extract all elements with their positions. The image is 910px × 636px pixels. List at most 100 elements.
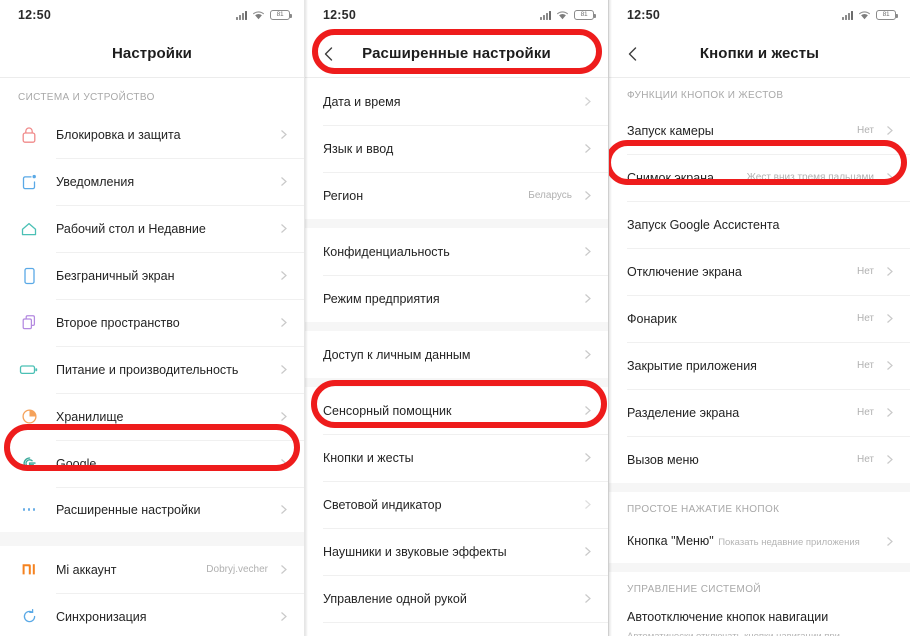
status-time: 12:50: [18, 8, 51, 22]
chevron-right-icon: [883, 265, 896, 278]
signal-bars-icon: [236, 10, 247, 20]
row-label: Доступ к личным данным: [323, 347, 471, 362]
back-button[interactable]: [625, 46, 641, 62]
row-value: Жест вниз тремя пальцами: [746, 172, 874, 183]
chevron-right-icon: [581, 592, 594, 605]
list-item-one-handed-mode[interactable]: Управление одной рукой: [305, 575, 608, 622]
signal-bars-icon: [842, 10, 853, 20]
list-item-privacy[interactable]: Конфиденциальность: [305, 228, 608, 275]
list-item-launch-camera[interactable]: Запуск камеры Нет: [609, 107, 910, 154]
row-label: Дата и время: [323, 94, 401, 109]
row-label: Кнопка "Меню": [627, 534, 714, 548]
sidebar-item-notifications[interactable]: Уведомления: [0, 158, 304, 205]
sidebar-item-fullscreen-display[interactable]: Безграничный экран: [0, 252, 304, 299]
lock-icon: [18, 124, 40, 146]
back-button[interactable]: [321, 46, 337, 62]
second-space-icon: [18, 312, 40, 334]
sidebar-item-storage[interactable]: Хранилище: [0, 393, 304, 440]
wifi-icon: [252, 10, 265, 20]
group-divider: [0, 532, 304, 546]
sidebar-item-lock-security[interactable]: Блокировка и защита: [0, 111, 304, 158]
section-header-button-gesture-functions: ФУНКЦИИ КНОПОК И ЖЕСТОВ: [609, 78, 910, 107]
row-label: Mi аккаунт: [56, 562, 117, 577]
page-title: Кнопки и жесты: [699, 45, 820, 62]
list-item-personal-data-access[interactable]: Доступ к личным данным: [305, 331, 608, 378]
chevron-right-icon: [581, 292, 594, 305]
list-item-menu-button[interactable]: Кнопка "Меню" Показать недавние приложен…: [609, 519, 910, 563]
sidebar-item-google[interactable]: Google: [0, 440, 304, 487]
chevron-right-icon: [581, 348, 594, 361]
row-label: Блокировка и защита: [56, 127, 181, 142]
chevron-right-icon: [277, 316, 290, 329]
list-item-light-indicator[interactable]: Световой индикатор: [305, 481, 608, 528]
chevron-right-icon: [883, 535, 896, 548]
list-item-touch-assistant[interactable]: Сенсорный помощник: [305, 387, 608, 434]
row-label: Второе пространство: [56, 315, 180, 330]
list-item-launch-google-assistant[interactable]: Запуск Google Ассистента: [609, 201, 910, 248]
chevron-right-icon: [883, 406, 896, 419]
sidebar-item-mi-account[interactable]: Mi аккаунт Dobryj.vecher: [0, 546, 304, 593]
wifi-icon: [556, 10, 569, 20]
chevron-right-icon: [581, 245, 594, 258]
chevron-right-icon: [581, 498, 594, 511]
row-label: Закрытие приложения: [627, 358, 757, 373]
phone-screen-buttons-gestures: 12:50 81 Кнопки и жесты ФУНКЦИИ КНОПОК И…: [608, 0, 910, 636]
chevron-right-icon: [883, 359, 896, 372]
chevron-right-icon: [883, 124, 896, 137]
chevron-right-icon: [581, 404, 594, 417]
row-value: Dobryj.vecher: [206, 564, 268, 575]
row-value: Нет: [856, 360, 874, 371]
row-value: Нет: [856, 454, 874, 465]
list-item-turn-off-screen[interactable]: Отключение экрана Нет: [609, 248, 910, 295]
sidebar-item-second-space[interactable]: Второе пространство: [0, 299, 304, 346]
list-item-language-input[interactable]: Язык и ввод: [305, 125, 608, 172]
chevron-right-icon: [277, 610, 290, 623]
battery-icon: 81: [876, 10, 898, 20]
status-bar-1: 12:50 81: [0, 0, 304, 30]
status-time: 12:50: [323, 8, 356, 22]
battery-icon: 81: [574, 10, 596, 20]
list-item-region[interactable]: Регион Беларусь: [305, 172, 608, 219]
row-value: Нет: [856, 266, 874, 277]
status-icons: 81: [842, 10, 898, 20]
list-item-date-time[interactable]: Дата и время: [305, 78, 608, 125]
row-label: Разделение экрана: [627, 405, 740, 420]
list-item-flashlight[interactable]: Фонарик Нет: [609, 295, 910, 342]
list-item-screenshot[interactable]: Снимок экрана Жест вниз тремя пальцами: [609, 154, 910, 201]
sidebar-item-sync[interactable]: Синхронизация: [0, 593, 304, 636]
row-value: Нет: [856, 125, 874, 136]
chevron-right-icon: [581, 189, 594, 202]
list-item-buttons-gestures[interactable]: Кнопки и жесты: [305, 434, 608, 481]
group-divider: [305, 322, 608, 331]
sync-icon: [18, 606, 40, 628]
row-subtitle: Автоматически отключать кнопки навигации…: [627, 631, 869, 636]
chevron-right-icon: [883, 312, 896, 325]
chevron-right-icon: [277, 269, 290, 282]
sidebar-item-battery-performance[interactable]: Питание и производительность: [0, 346, 304, 393]
row-label: Рабочий стол и Недавние: [56, 221, 206, 236]
battery-performance-icon: [18, 359, 40, 381]
phone-screen-advanced-settings: 12:50 81 Расширенные настройки Дата и вр…: [304, 0, 608, 636]
list-item-headphones-sound[interactable]: Наушники и звуковые эффекты: [305, 528, 608, 575]
chevron-right-icon: [581, 451, 594, 464]
chevron-right-icon: [277, 175, 290, 188]
sidebar-item-home-recents[interactable]: Рабочий стол и Недавние: [0, 205, 304, 252]
row-label: Кнопки и жесты: [323, 450, 414, 465]
list-item-open-menu[interactable]: Вызов меню Нет: [609, 436, 910, 483]
row-label: Сенсорный помощник: [323, 403, 452, 418]
sidebar-item-advanced-settings[interactable]: Расширенные настройки: [0, 487, 304, 532]
chevron-right-icon: [581, 142, 594, 155]
status-time: 12:50: [627, 8, 660, 22]
chevron-right-icon: [277, 410, 290, 423]
chevron-right-icon: [581, 545, 594, 558]
page-title: Настройки: [111, 45, 193, 62]
list-item-accessibility[interactable]: Спец. возможности: [305, 622, 608, 636]
list-item-enterprise-mode[interactable]: Режим предприятия: [305, 275, 608, 322]
battery-icon: 81: [270, 10, 292, 20]
group-divider: [305, 378, 608, 387]
row-label: Google: [56, 456, 97, 471]
notification-icon: [18, 171, 40, 193]
list-item-auto-hide-nav-buttons[interactable]: Автоотключение кнопок навигации Автомати…: [609, 599, 910, 636]
list-item-split-screen[interactable]: Разделение экрана Нет: [609, 389, 910, 436]
list-item-close-app[interactable]: Закрытие приложения Нет: [609, 342, 910, 389]
